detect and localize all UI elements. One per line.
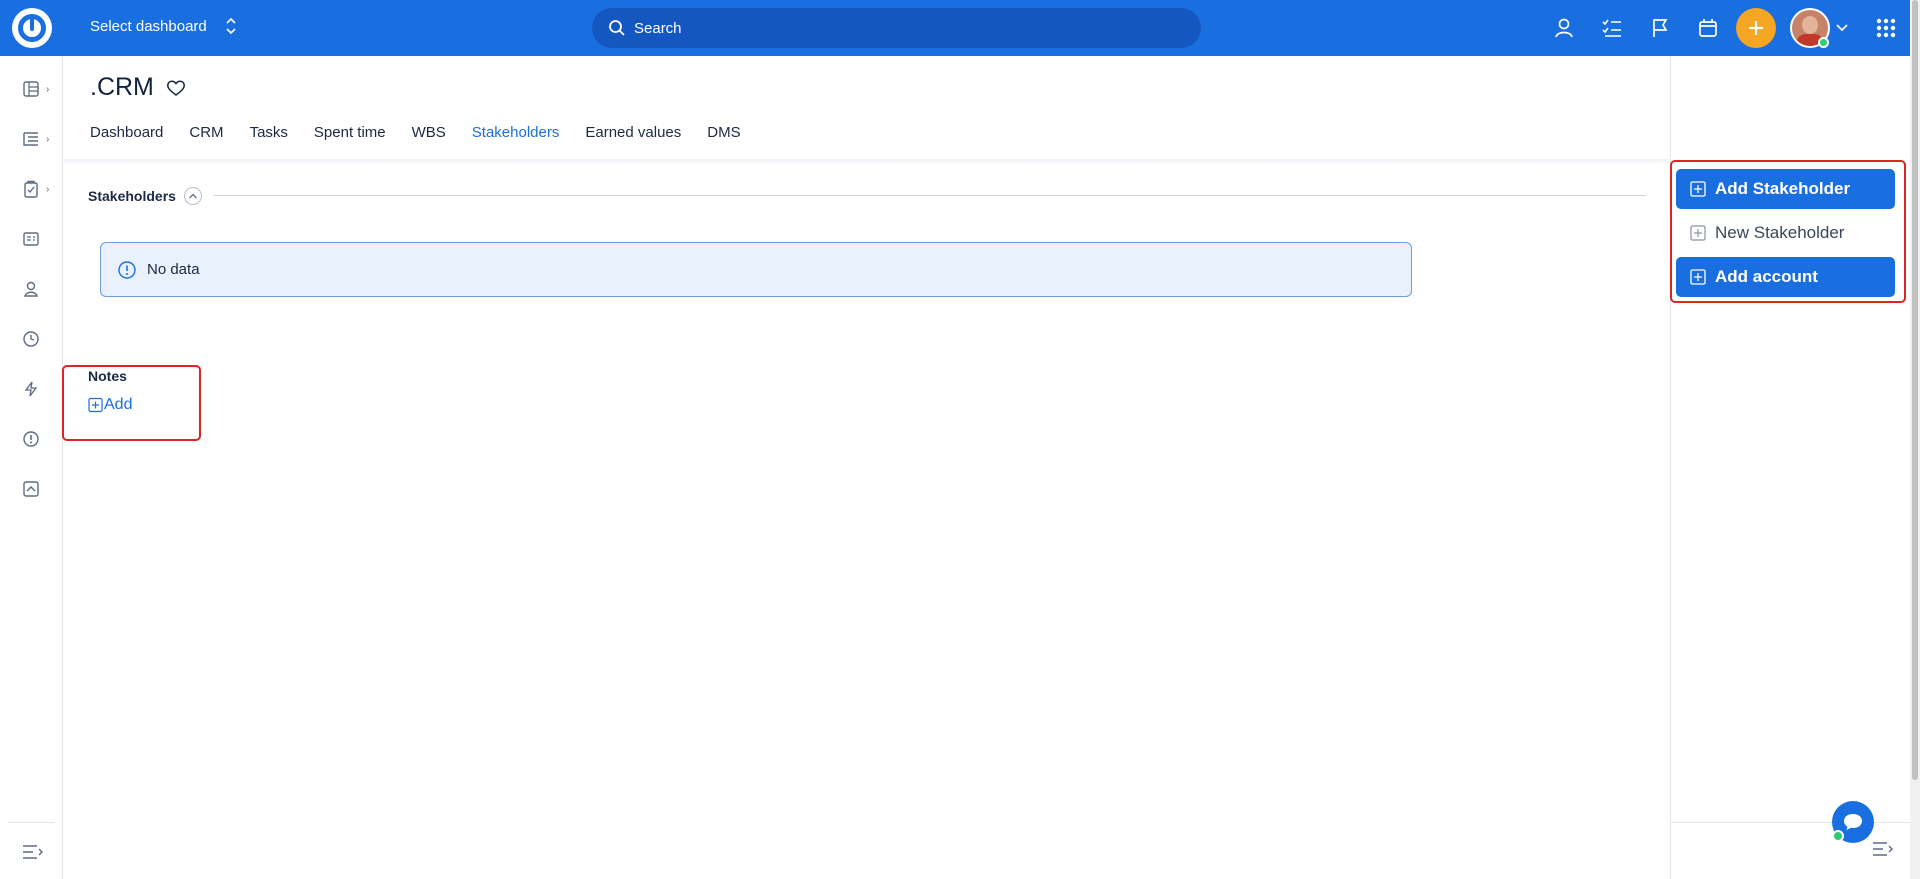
- tab-wbs[interactable]: WBS: [412, 124, 446, 141]
- nav-reports[interactable]: [22, 477, 56, 501]
- tab-spent-time[interactable]: Spent time: [314, 124, 386, 141]
- nav-activity[interactable]: [22, 377, 56, 401]
- section-title: Stakeholders: [88, 188, 176, 204]
- notes-title: Notes: [88, 368, 127, 384]
- updown-chevron-icon: [225, 17, 237, 35]
- nav-alerts[interactable]: [22, 427, 56, 451]
- tab-dms[interactable]: DMS: [707, 124, 740, 141]
- lightning-icon: [24, 381, 38, 397]
- online-status-dot: [1818, 37, 1829, 48]
- calendar-icon[interactable]: [1684, 8, 1732, 48]
- menu-collapse-icon: [23, 845, 43, 859]
- tab-tasks[interactable]: Tasks: [250, 124, 288, 141]
- new-stakeholder-button[interactable]: New Stakeholder: [1676, 213, 1895, 253]
- tabs-divider: [64, 159, 1670, 165]
- plus-square-icon: [88, 397, 103, 413]
- nav-users[interactable]: [22, 277, 56, 301]
- dashboard-icon: [23, 81, 39, 97]
- tab-earned-values[interactable]: Earned values: [585, 124, 681, 141]
- add-stakeholder-label: Add Stakeholder: [1715, 179, 1851, 198]
- stakeholders-section-header: Stakeholders: [88, 187, 202, 205]
- add-stakeholder-button[interactable]: Add Stakeholder: [1676, 169, 1895, 209]
- menu-collapse-icon: [1873, 842, 1893, 856]
- nav-projects[interactable]: ›: [22, 127, 56, 151]
- plus-square-icon: [1690, 225, 1706, 241]
- top-bar: Select dashboard Search: [0, 0, 1910, 56]
- projects-icon: [23, 132, 38, 146]
- chat-bubble-icon: [1844, 814, 1862, 830]
- dashboard-select-label: Select dashboard: [90, 17, 207, 35]
- add-account-button[interactable]: Add account: [1676, 257, 1895, 297]
- crm-card-icon: [23, 232, 39, 246]
- plus-square-icon: [1690, 269, 1706, 285]
- tab-dashboard[interactable]: Dashboard: [90, 124, 163, 141]
- nav-tasks[interactable]: ›: [22, 177, 56, 201]
- checklist-icon[interactable]: [1588, 8, 1636, 48]
- page-title: .CRM: [90, 73, 186, 102]
- project-tabs: Dashboard CRM Tasks Spent time WBS Stake…: [90, 124, 767, 141]
- info-icon: [118, 260, 136, 279]
- nav-divider: [8, 822, 54, 823]
- no-data-message: No data: [147, 261, 200, 278]
- chevron-down-icon[interactable]: [1836, 21, 1848, 35]
- add-account-label: Add account: [1715, 267, 1818, 286]
- tab-stakeholders[interactable]: Stakeholders: [472, 124, 560, 141]
- plus-icon: [1749, 21, 1763, 35]
- user-icon[interactable]: [1540, 8, 1588, 48]
- clipboard-check-icon: [24, 180, 38, 198]
- quick-add-button[interactable]: [1736, 8, 1776, 48]
- no-data-alert: No data: [100, 242, 1412, 297]
- heart-icon[interactable]: [166, 79, 186, 97]
- chart-box-icon: [23, 481, 39, 497]
- project-title: .CRM: [90, 73, 154, 101]
- search-icon: [609, 20, 625, 36]
- chevron-up-icon: [188, 193, 197, 199]
- tab-crm[interactable]: CRM: [189, 124, 223, 141]
- search-placeholder: Search: [634, 19, 682, 37]
- plus-square-icon: [1690, 181, 1706, 197]
- nav-crm[interactable]: [22, 227, 56, 251]
- user-icon: [24, 281, 38, 297]
- nav-dashboard[interactable]: ›: [22, 77, 56, 101]
- collapse-button[interactable]: [183, 187, 202, 205]
- dashboard-select[interactable]: Select dashboard: [90, 17, 237, 35]
- scrollbar-thumb[interactable]: [1912, 0, 1918, 780]
- apps-grid-icon[interactable]: [1862, 8, 1910, 48]
- add-note-label: Add: [104, 396, 133, 413]
- right-panel-toggle[interactable]: [1872, 840, 1894, 863]
- flag-icon[interactable]: [1636, 8, 1684, 48]
- nav-time[interactable]: [22, 327, 56, 351]
- nav-collapse-toggle[interactable]: [22, 840, 56, 864]
- add-note-link[interactable]: Add: [88, 396, 132, 414]
- app-logo[interactable]: [12, 8, 52, 48]
- clock-icon: [23, 331, 39, 347]
- chat-online-dot: [1832, 830, 1844, 842]
- new-stakeholder-label: New Stakeholder: [1715, 223, 1845, 242]
- left-navigation: › › ›: [0, 56, 63, 879]
- right-panel-divider: [1671, 822, 1910, 823]
- alert-icon: [23, 431, 39, 447]
- section-divider: [214, 195, 1646, 196]
- search-input[interactable]: Search: [592, 8, 1201, 48]
- top-icons: [1540, 8, 1910, 48]
